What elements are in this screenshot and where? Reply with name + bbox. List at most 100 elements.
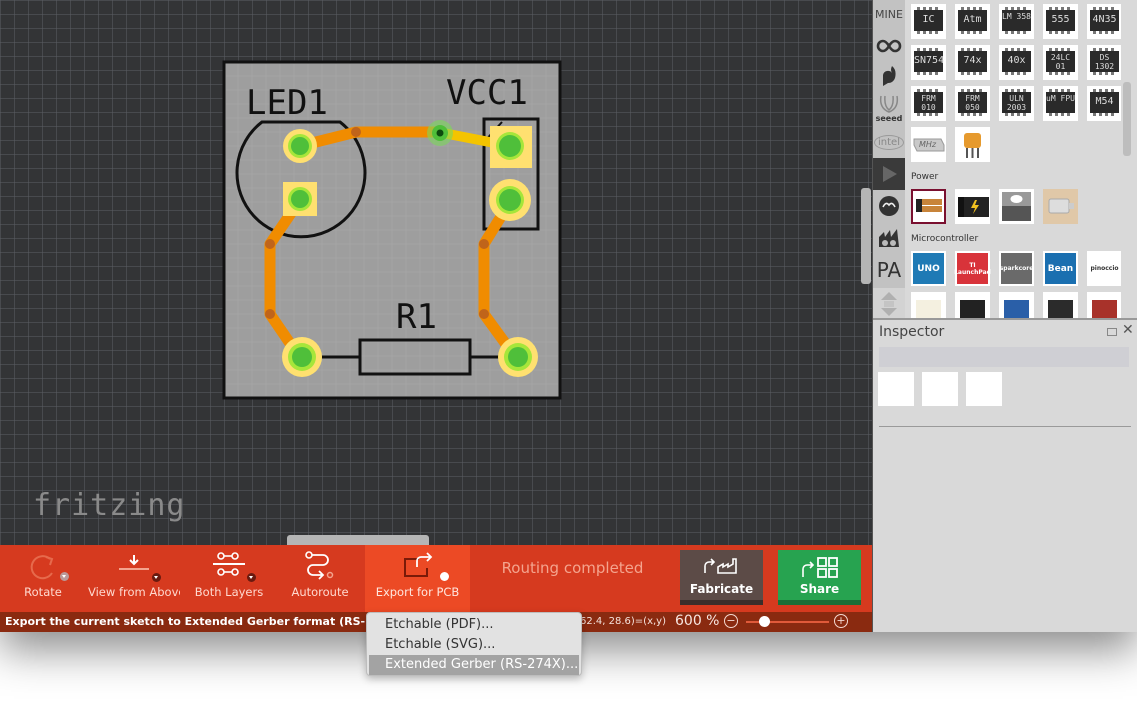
view-from-above-button[interactable]: View from Above xyxy=(88,545,180,612)
autoroute-label: Autoroute xyxy=(291,585,349,599)
part-bean[interactable]: Bean xyxy=(1043,251,1078,286)
part-ic[interactable]: 555 xyxy=(1043,4,1078,39)
part-ic[interactable]: LM 358 xyxy=(999,4,1034,39)
part-ic[interactable]: FRM 050 xyxy=(955,86,990,121)
part-ti-launchpad[interactable]: TI LaunchPad xyxy=(954,251,991,286)
inspector-view-pcb xyxy=(966,372,1002,406)
ic-chip-icon: FRM 050 xyxy=(958,89,987,116)
part-pinoccio[interactable]: pinoccio xyxy=(1087,251,1121,286)
bin-tab-pa[interactable]: PA xyxy=(873,254,905,286)
bin-tab-play[interactable] xyxy=(873,158,905,190)
part-crystal[interactable]: MHz xyxy=(911,127,946,162)
part-board[interactable] xyxy=(1043,292,1078,318)
part-ic[interactable]: IC xyxy=(911,4,946,39)
part-board[interactable] xyxy=(955,292,990,318)
part-board[interactable] xyxy=(999,292,1034,318)
vertical-scrollbar[interactable] xyxy=(861,188,871,284)
autoroute-button[interactable]: Autoroute xyxy=(280,545,360,612)
bin-tab-adafruit[interactable] xyxy=(873,222,905,254)
sparkfun-icon xyxy=(883,66,896,86)
part-board[interactable] xyxy=(911,292,946,318)
float-panel-icon[interactable] xyxy=(1107,328,1117,336)
fritzing-window: LED1 VCC1 R1 fritzing Rotate View from A… xyxy=(0,0,1137,676)
part-battery-pack[interactable] xyxy=(955,189,990,224)
part-ic[interactable]: 40x xyxy=(999,45,1034,80)
part-board[interactable] xyxy=(1087,292,1121,318)
vcc-label: VCC1 xyxy=(446,73,528,113)
both-layers-button[interactable]: Both Layers xyxy=(190,545,268,612)
part-ic[interactable]: 4N35 xyxy=(1087,4,1121,39)
bin-tab-mine[interactable]: MINE xyxy=(873,0,905,28)
parts-bin-scrollbar[interactable] xyxy=(1123,82,1131,156)
dc-motor-icon xyxy=(1043,189,1078,224)
board-thumbnail-icon xyxy=(1004,300,1029,318)
horizontal-scrollbar[interactable] xyxy=(287,535,429,545)
zoom-percentage[interactable]: 600 % xyxy=(675,613,719,629)
panel-divider xyxy=(873,318,1137,320)
bin-tab-sparkfun[interactable] xyxy=(873,60,905,92)
zoom-slider-handle[interactable] xyxy=(759,616,770,627)
part-ic[interactable]: uM FPU xyxy=(1043,86,1078,121)
bin-tab-contrib[interactable] xyxy=(873,288,905,320)
rotate-button[interactable]: Rotate xyxy=(0,545,86,612)
part-battery[interactable] xyxy=(911,189,946,224)
bin-tab-intel[interactable]: intel xyxy=(873,126,905,158)
menu-item-etchable-svg[interactable]: Etchable (SVG)... xyxy=(369,635,579,655)
mcu-logo-icon: Bean xyxy=(1045,253,1076,284)
part-sparkcore[interactable]: sparkcore xyxy=(999,251,1034,286)
battery-icon xyxy=(911,189,946,224)
share-button[interactable]: Share xyxy=(778,550,861,605)
status-message: Export the current sketch to Extended Ge… xyxy=(5,615,365,628)
part-ic[interactable]: 74x xyxy=(955,45,990,80)
view-dropdown-icon[interactable] xyxy=(152,573,161,582)
crystal-icon: MHz xyxy=(913,138,945,152)
led-label: LED1 xyxy=(246,83,328,123)
ic-chip-icon: uM FPU xyxy=(1046,89,1075,116)
parts-bin-grid: IC Atm LM 358 555 4N35 SN754 74x 40x 24LC 01 DS 1… xyxy=(909,0,1121,318)
part-ic[interactable]: FRM 010 xyxy=(911,86,946,121)
voltage-regulator-icon xyxy=(1002,192,1031,221)
part-dc-motor[interactable] xyxy=(1043,189,1078,224)
ic-chip-icon: IC xyxy=(914,7,943,34)
bin-tab-seeed[interactable]: seeed xyxy=(873,92,905,124)
part-ic[interactable]: M54 xyxy=(1087,86,1121,121)
part-ic[interactable]: ULN 2003 xyxy=(999,86,1034,121)
menu-item-etchable-pdf[interactable]: Etchable (PDF)... xyxy=(369,615,579,635)
inspector-title-field xyxy=(879,347,1129,367)
resonator-icon xyxy=(964,133,981,158)
part-voltage-regulator[interactable] xyxy=(999,189,1034,224)
ic-chip-icon: 40x xyxy=(1002,48,1031,75)
pcb-canvas[interactable]: LED1 VCC1 R1 fritzing xyxy=(0,0,872,545)
ic-chip-icon: SN754 xyxy=(914,48,944,75)
adafruit-icon xyxy=(879,229,899,247)
arduino-icon xyxy=(876,39,902,53)
pcb-board[interactable]: LED1 VCC1 R1 xyxy=(222,60,562,400)
fabricate-button[interactable]: Fabricate xyxy=(680,550,763,605)
share-icon xyxy=(801,557,838,578)
view-label: View from Above xyxy=(88,585,180,599)
view-from-above-icon xyxy=(119,555,149,570)
ic-chip-icon: 555 xyxy=(1046,7,1075,34)
section-title: Power xyxy=(911,172,939,182)
part-resonator[interactable] xyxy=(955,127,990,162)
menu-item-extended-gerber[interactable]: Extended Gerber (RS-274X)... xyxy=(369,655,579,675)
layers-dropdown-icon[interactable] xyxy=(247,573,256,582)
part-uno[interactable]: UNO xyxy=(911,251,946,286)
part-ic[interactable]: 24LC 01 xyxy=(1043,45,1078,80)
rotate-dropdown-icon[interactable] xyxy=(60,572,69,581)
part-ic[interactable]: DS 1302 xyxy=(1087,45,1121,80)
zoom-out-button[interactable]: − xyxy=(724,614,738,628)
contrib-icon xyxy=(881,292,897,316)
ic-chip-icon: 24LC 01 xyxy=(1046,48,1075,75)
bin-tab-arduino[interactable] xyxy=(873,30,905,62)
bin-tab-snootlab[interactable] xyxy=(873,190,905,222)
close-panel-icon[interactable]: ✕ xyxy=(1122,322,1134,338)
export-dropdown-icon[interactable] xyxy=(440,572,449,581)
zoom-in-button[interactable]: + xyxy=(834,614,848,628)
section-title: Microcontroller xyxy=(911,234,979,244)
export-for-pcb-button[interactable]: Export for PCB xyxy=(365,545,470,612)
part-ic[interactable]: Atm xyxy=(955,4,990,39)
ic-chip-icon: FRM 010 xyxy=(914,89,943,116)
part-ic[interactable]: SN754 xyxy=(911,45,946,80)
right-panel: MINE seeed intel PA IC Atm LM 358 555 4N… xyxy=(872,0,1137,632)
